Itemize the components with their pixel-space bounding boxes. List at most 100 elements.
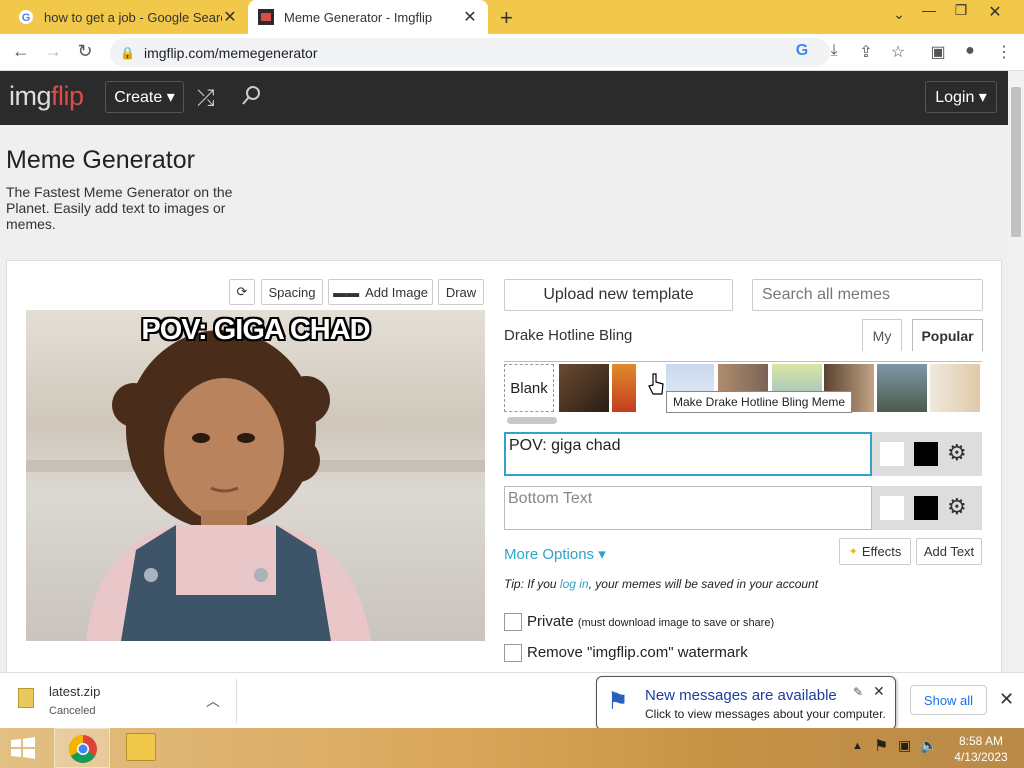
forward-icon[interactable]: → <box>42 41 64 62</box>
install-icon[interactable]: ⤓ <box>824 42 844 60</box>
sparkle-icon: ✦ <box>848 546 858 558</box>
browser-tab-strip: G how to get a job - Google Search ✕ Mem… <box>0 0 1024 34</box>
imgflip-favicon-icon <box>258 9 274 25</box>
show-hidden-icons-icon[interactable]: ▲ <box>852 740 863 752</box>
action-center-flag-icon: ⚑ <box>607 688 629 715</box>
file-explorer-icon[interactable] <box>126 733 156 761</box>
action-center-icon[interactable]: ⚑ <box>874 736 888 756</box>
url-text: imgflip.com/memegenerator <box>144 44 318 61</box>
template-thumbnail[interactable] <box>612 364 636 412</box>
login-button[interactable]: Login ▾ <box>925 81 997 113</box>
remove-watermark-checkbox[interactable] <box>504 644 522 662</box>
meme-top-text: POV: GIGA CHAD <box>141 314 370 346</box>
draw-button[interactable]: Draw <box>438 279 484 305</box>
search-icon[interactable] <box>240 84 262 108</box>
bookmark-star-icon[interactable]: ☆ <box>888 42 908 62</box>
back-icon[interactable]: ← <box>10 41 32 62</box>
notification-title: New messages are available <box>645 687 837 704</box>
page-scrollbar-thumb[interactable] <box>1011 87 1021 237</box>
meme-preview-canvas[interactable]: POV: GIGA CHAD <box>26 310 485 641</box>
close-window-button[interactable]: ✕ <box>980 2 1010 22</box>
close-download-bar-icon[interactable]: ✕ <box>999 689 1014 710</box>
gear-icon[interactable]: ⚙ <box>947 494 967 520</box>
reset-icon[interactable]: ⟳ <box>229 279 255 305</box>
top-text-input[interactable]: POV: giga chad <box>504 432 872 476</box>
add-text-button[interactable]: Add Text <box>916 538 982 565</box>
chrome-icon <box>69 735 97 763</box>
taskbar-clock[interactable]: 8:58 AM 4/13/2023 <box>946 733 1016 765</box>
chevron-up-icon[interactable]: ︿ <box>206 691 220 711</box>
divider <box>236 679 237 723</box>
bottom-text-input[interactable]: Bottom Text <box>504 486 872 530</box>
hand-cursor-icon <box>648 373 664 395</box>
google-lens-icon[interactable]: G <box>792 42 812 60</box>
close-tab-icon[interactable]: ✕ <box>462 7 478 27</box>
gear-icon[interactable]: ⚙ <box>947 440 967 466</box>
blank-template-button[interactable]: Blank <box>504 364 554 412</box>
share-icon[interactable]: ⇪ <box>856 42 876 62</box>
tab-search-icon[interactable]: ⌄ <box>884 6 914 23</box>
zip-file-icon <box>18 688 34 708</box>
close-tab-icon[interactable]: ✕ <box>222 7 238 27</box>
menu-dots-icon[interactable]: ⋮ <box>994 42 1014 62</box>
add-image-label: Add Image <box>365 284 428 300</box>
text-color-swatch[interactable] <box>880 442 904 466</box>
tab-title: Meme Generator - Imgflip <box>284 9 433 25</box>
shuffle-icon[interactable]: ⤮ <box>197 85 215 111</box>
sunglasses-icon: ▬▬ <box>333 284 360 300</box>
network-icon[interactable]: ▣ <box>898 737 911 754</box>
thumbnail-scrollbar[interactable] <box>507 417 557 424</box>
address-bar[interactable]: 🔒 imgflip.com/memegenerator <box>110 38 830 67</box>
download-status: Canceled <box>49 705 96 717</box>
effects-button[interactable]: ✦ Effects <box>839 538 911 565</box>
svg-text:G: G <box>22 12 31 24</box>
meme-editor-panel: ⟳ Spacing ▬▬ Add Image Draw POV: GIGA CH… <box>6 260 1002 672</box>
bottom-text-row: Bottom Text ⚙ <box>504 486 982 530</box>
template-name: Drake Hotline Bling <box>504 327 633 344</box>
create-menu-button[interactable]: Create ▾ <box>105 81 184 113</box>
tab-title: how to get a job - Google Search <box>44 9 222 25</box>
reload-icon[interactable]: ↻ <box>74 41 96 62</box>
tab-google-search[interactable]: G how to get a job - Google Search ✕ <box>8 0 248 34</box>
minimize-button[interactable]: — <box>914 2 944 18</box>
imgflip-header: imgflip Create ▾ ⤮ Login ▾ <box>0 71 1008 125</box>
text-color-swatch[interactable] <box>880 496 904 520</box>
spacing-button[interactable]: Spacing <box>261 279 323 305</box>
browser-toolbar: ← → ↻ 🔒 imgflip.com/memegenerator G ⤓ ⇪ … <box>0 34 1024 71</box>
tab-my[interactable]: My <box>862 319 902 351</box>
profile-avatar-icon[interactable]: ● <box>960 42 980 60</box>
remove-watermark-label: Remove "imgflip.com" watermark <box>527 644 748 661</box>
outline-color-swatch[interactable] <box>914 496 938 520</box>
search-memes-input[interactable]: Search all memes <box>752 279 983 311</box>
tab-meme-generator[interactable]: Meme Generator - Imgflip ✕ <box>248 0 488 34</box>
template-thumbnail[interactable] <box>877 364 927 412</box>
imgflip-logo[interactable]: imgflip <box>9 81 84 112</box>
login-tip: Tip: If you log in, your memes will be s… <box>504 577 819 591</box>
login-link[interactable]: log in <box>560 577 589 591</box>
close-notification-icon[interactable]: ✕ <box>873 683 885 700</box>
download-filename[interactable]: latest.zip <box>49 684 100 699</box>
more-options-link[interactable]: More Options ▾ <box>504 545 606 563</box>
page-title: Meme Generator <box>6 146 195 174</box>
clock-time: 8:58 AM <box>958 734 1004 748</box>
template-tooltip: Make Drake Hotline Bling Meme <box>666 391 853 413</box>
tab-popular[interactable]: Popular <box>912 319 983 351</box>
windows-start-icon[interactable] <box>10 737 36 759</box>
restore-button[interactable]: ❐ <box>946 2 976 19</box>
chrome-taskbar-button[interactable] <box>54 728 110 768</box>
page-content: Meme Generator The Fastest Meme Generato… <box>0 125 1008 672</box>
pin-icon[interactable]: ✎ <box>853 685 863 699</box>
add-image-button[interactable]: ▬▬ Add Image <box>328 279 433 305</box>
notification-balloon[interactable]: ⚑ New messages are available Click to vi… <box>596 676 896 730</box>
upload-template-button[interactable]: Upload new template <box>504 279 733 311</box>
outline-color-swatch[interactable] <box>914 442 938 466</box>
volume-muted-icon[interactable]: 🔈 <box>920 737 937 754</box>
side-panel-icon[interactable]: ▣ <box>928 42 948 62</box>
new-tab-button[interactable]: + <box>500 5 513 31</box>
notification-body: Click to view messages about your comput… <box>645 707 886 721</box>
template-thumbnail[interactable] <box>559 364 609 412</box>
show-all-downloads-button[interactable]: Show all <box>910 685 987 715</box>
template-thumbnail[interactable] <box>930 364 980 412</box>
private-checkbox[interactable] <box>504 613 522 631</box>
page-subtitle: The Fastest Meme Generator on the Planet… <box>6 184 233 232</box>
